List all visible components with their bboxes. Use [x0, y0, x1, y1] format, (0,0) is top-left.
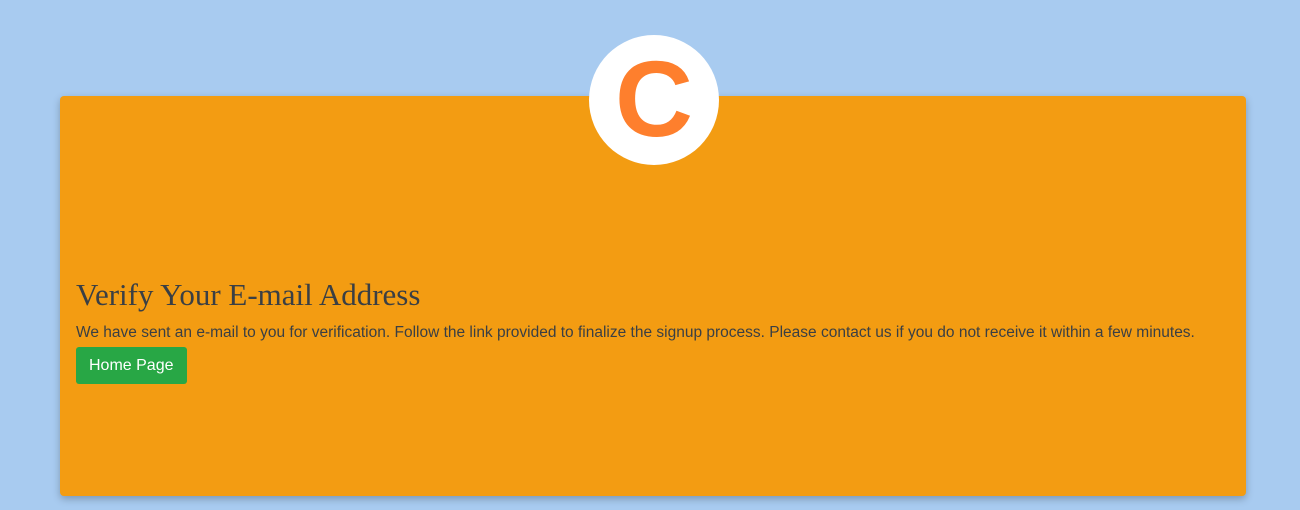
site-logo: C	[589, 35, 719, 165]
verification-message: We have sent an e-mail to you for verifi…	[76, 324, 1195, 342]
home-page-button[interactable]: Home Page	[76, 346, 187, 384]
page-title: Verify Your E-mail Address	[76, 277, 421, 312]
logo-c-icon: C	[615, 38, 693, 159]
card-content: Verify Your E-mail Address We have sent …	[76, 276, 1236, 384]
logo-letter: C	[615, 38, 693, 159]
